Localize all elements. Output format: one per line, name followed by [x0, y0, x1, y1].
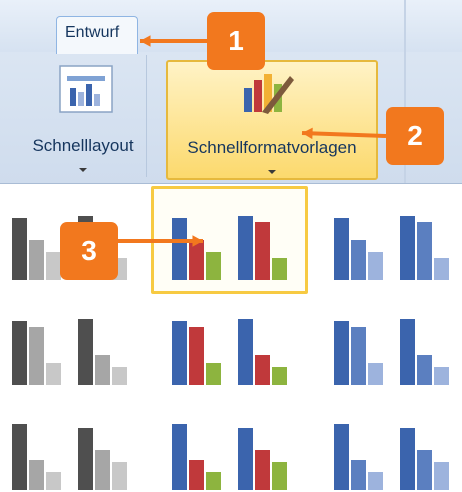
chart-style-thumbnail-bar — [206, 252, 221, 280]
chart-style-thumbnail-bar — [238, 319, 253, 385]
chart-style-thumbnail-bar — [112, 367, 127, 385]
chart-style-thumbnail-bar — [189, 240, 204, 280]
chart-style-thumbnail-bar — [368, 252, 383, 280]
chart-style-thumbnail-bar — [417, 222, 432, 280]
chart-style-thumbnail-bar — [400, 319, 415, 385]
quick-layout-icon-bar — [94, 94, 100, 106]
chart-style-thumbnail-bar — [12, 218, 27, 280]
arrowhead-icon — [302, 127, 313, 140]
arrowhead-icon — [140, 35, 151, 47]
chart-style-thumbnail-bar — [400, 428, 415, 490]
quick-layout-icon-bar — [70, 88, 76, 106]
chart-style-thumbnail-bar — [272, 367, 287, 385]
chart-style-thumbnail-bar — [46, 252, 61, 280]
chart-style-thumbnail-bar — [29, 327, 44, 385]
chart-style-thumbnail-bar — [334, 321, 349, 385]
quick-styles-icon-bar — [254, 80, 262, 112]
quick-layout-icon-bar — [78, 92, 84, 106]
chart-style-thumbnail-bar — [78, 428, 93, 490]
chart-style-thumbnail-bar — [12, 321, 27, 385]
chart-style-thumbnail-bar — [172, 321, 187, 385]
chart-style-thumbnail-bar — [417, 450, 432, 490]
chart-style-thumbnail-bar — [272, 258, 287, 280]
chart-style-thumbnail-bar — [434, 462, 449, 490]
chart-style-thumbnail-bar — [78, 319, 93, 385]
chart-style-thumbnail-bar — [400, 216, 415, 280]
chart-style-thumbnail-bar — [255, 355, 270, 385]
chart-style-thumbnail-bar — [417, 355, 432, 385]
chart-style-thumbnail-bar — [272, 462, 287, 490]
callout-arrow — [301, 131, 387, 138]
chart-style-thumbnail-bar — [255, 450, 270, 490]
callout-2: 2 — [386, 107, 444, 165]
chart-style-thumbnail-bar — [206, 363, 221, 385]
quick-layout-icon-title — [67, 76, 105, 81]
chart-style-thumbnail-bar — [112, 462, 127, 490]
callout-3: 3 — [60, 222, 118, 280]
chart-style-thumbnail-bar — [351, 240, 366, 280]
quick-layout-icon-bar — [86, 84, 92, 106]
chart-style-thumbnail-bar — [368, 472, 383, 490]
chart-style-thumbnail-bar — [334, 218, 349, 280]
chart-style-thumbnail-bar — [29, 460, 44, 490]
chart-style-thumbnail-bar — [95, 450, 110, 490]
chart-style-thumbnail-bar — [368, 363, 383, 385]
chart-style-thumbnail-bar — [351, 327, 366, 385]
chart-style-thumbnail-bar — [255, 222, 270, 280]
chart-style-thumbnail-bar — [238, 216, 253, 280]
chart-style-thumbnail-bar — [434, 367, 449, 385]
callout-1: 1 — [207, 12, 265, 70]
chart-style-thumbnail-bar — [189, 460, 204, 490]
chart-style-thumbnail-bar — [434, 258, 449, 280]
chart-style-thumbnail-bar — [172, 218, 187, 280]
chart-style-thumbnail-bar — [46, 472, 61, 490]
quick-styles-icon-bar — [244, 88, 252, 112]
chart-style-thumbnail-bar — [46, 363, 61, 385]
chart-style-thumbnail-bar — [351, 460, 366, 490]
chart-style-thumbnail-bar — [189, 327, 204, 385]
chart-style-thumbnail-bar — [95, 355, 110, 385]
chart-style-thumbnail-bar — [334, 424, 349, 490]
chart-style-thumbnail-bar — [172, 424, 187, 490]
chart-style-thumbnail-bar — [29, 240, 44, 280]
chart-style-thumbnail-bar — [12, 424, 27, 490]
chart-style-thumbnail-bar — [206, 472, 221, 490]
chart-style-thumbnail-bar — [238, 428, 253, 490]
